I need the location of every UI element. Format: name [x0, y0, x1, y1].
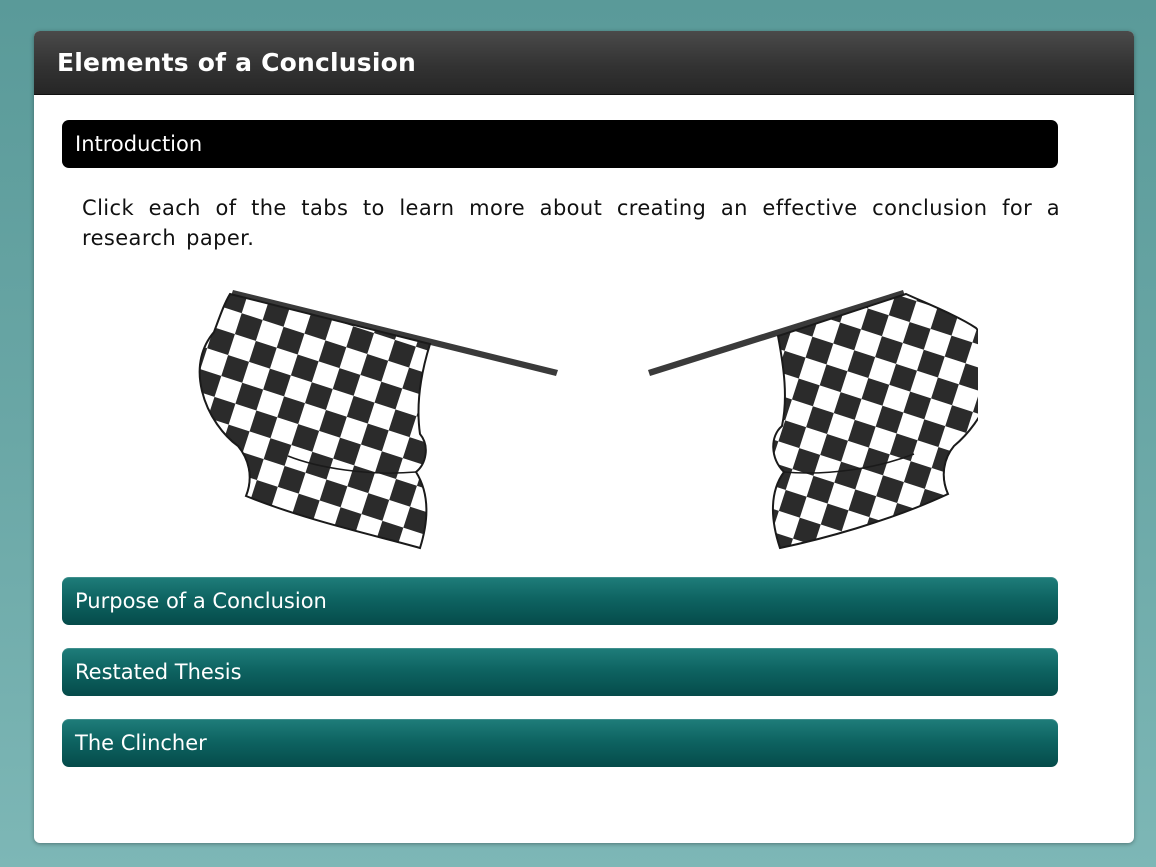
tab-the-clincher-label: The Clincher: [75, 731, 207, 755]
page-title: Elements of a Conclusion: [57, 48, 416, 77]
tab-restated-thesis-label: Restated Thesis: [75, 660, 242, 684]
tab-restated-thesis[interactable]: Restated Thesis: [62, 648, 1058, 696]
tab-the-clincher[interactable]: The Clincher: [62, 719, 1058, 767]
intro-text: Click each of the tabs to learn more abo…: [82, 196, 1060, 250]
tab-purpose-label: Purpose of a Conclusion: [75, 589, 327, 613]
right-flag: [648, 290, 978, 550]
checkered-flags-icon: [198, 290, 978, 550]
tab-introduction-label: Introduction: [75, 132, 203, 156]
tab-purpose-of-a-conclusion[interactable]: Purpose of a Conclusion: [62, 577, 1058, 625]
tab-introduction[interactable]: Introduction: [62, 120, 1058, 168]
title-bar: Elements of a Conclusion: [34, 31, 1134, 95]
left-flag: [198, 290, 558, 550]
lesson-window: Elements of a Conclusion Introduction Cl…: [34, 31, 1134, 843]
